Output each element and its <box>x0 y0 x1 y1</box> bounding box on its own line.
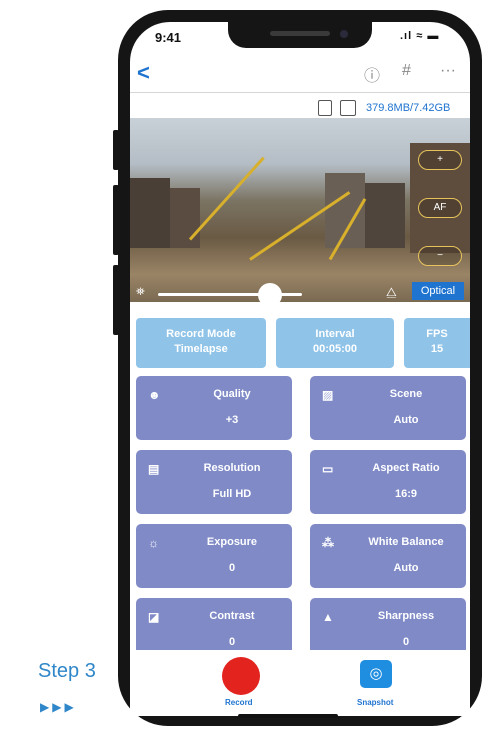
wifi-icon: ≈ <box>416 30 424 42</box>
quality-icon: ☻ <box>148 388 161 402</box>
tile-exposure[interactable]: ☼ Exposure 0 <box>136 524 292 588</box>
info-icon[interactable]: ⓘ <box>364 62 380 86</box>
status-time: 9:41 <box>155 30 182 45</box>
tile-label: Quality <box>213 388 251 400</box>
tile-label: Contrast <box>209 610 255 622</box>
phone-side-button <box>113 185 119 255</box>
tile-value: 15 <box>430 343 444 355</box>
zoom-slider-knob[interactable] <box>258 283 282 307</box>
resolution-icon: ▤ <box>148 462 160 476</box>
snapshot-label: Snapshot <box>357 698 394 707</box>
camera-icon: ◎ <box>369 665 383 682</box>
record-label: Record <box>225 698 253 707</box>
contrast-icon: ◪ <box>148 610 160 624</box>
tile-value: Auto <box>393 562 419 574</box>
tile-sharpness[interactable]: ▲ Sharpness 0 <box>310 598 466 650</box>
tile-label: Resolution <box>203 462 261 474</box>
tile-record-mode[interactable]: Record Mode Timelapse <box>136 318 266 368</box>
tile-value: Auto <box>393 414 419 426</box>
tile-label: Record Mode <box>166 328 236 340</box>
zoom-wide-icon: ⛯ <box>136 286 145 298</box>
nav-divider <box>130 92 470 93</box>
settings-grid: ☻ Quality +3 ▨ Scene Auto ▤ Resolution F… <box>130 374 470 650</box>
tile-value: 00:05:00 <box>312 343 358 355</box>
phone-side-button <box>113 130 119 170</box>
aspect-ratio-icon: ▭ <box>322 462 334 476</box>
memory-icon <box>340 100 356 116</box>
record-button[interactable] <box>222 657 260 695</box>
signal-icon: .ıl <box>400 30 413 42</box>
exposure-icon: ☼ <box>148 536 159 550</box>
tile-fps[interactable]: FPS 15 <box>404 318 470 368</box>
tile-interval[interactable]: Interval 00:05:00 <box>276 318 394 368</box>
tile-label: Exposure <box>206 536 258 548</box>
tile-value: 16:9 <box>394 488 418 500</box>
step-caption: Step 3 <box>38 660 96 682</box>
tile-label: Aspect Ratio <box>372 462 440 474</box>
autofocus-button[interactable]: AF <box>418 198 462 218</box>
arrows-icon: ▶▶▶ <box>40 700 77 714</box>
tile-label: Scene <box>389 388 423 400</box>
tile-label: Sharpness <box>377 610 435 622</box>
zoom-out-button[interactable]: − <box>418 246 462 266</box>
tile-value: 0 <box>228 636 236 648</box>
tile-value: 0 <box>402 636 410 648</box>
white-balance-icon: ⁂ <box>322 536 334 550</box>
phone-side-button <box>113 265 119 335</box>
tile-value: Full HD <box>212 488 252 500</box>
status-icons: .ıl ≈ ▬ <box>400 30 439 42</box>
tile-value: +3 <box>225 414 239 426</box>
more-icon[interactable]: ··· <box>440 62 456 80</box>
tile-value: Timelapse <box>174 343 228 355</box>
tile-white-balance[interactable]: ⁂ White Balance Auto <box>310 524 466 588</box>
tile-aspect-ratio[interactable]: ▭ Aspect Ratio 16:9 <box>310 450 466 514</box>
tile-scene[interactable]: ▨ Scene Auto <box>310 376 466 440</box>
tele-icon: ⧋ <box>386 285 397 299</box>
tile-contrast[interactable]: ◪ Contrast 0 <box>136 598 292 650</box>
zoom-in-button[interactable]: + <box>418 150 462 170</box>
sharpness-icon: ▲ <box>322 610 334 624</box>
tile-resolution[interactable]: ▤ Resolution Full HD <box>136 450 292 514</box>
battery-icon: ▬ <box>427 30 440 42</box>
tile-value: 0 <box>228 562 236 574</box>
bottom-bar <box>130 650 470 716</box>
snapshot-button[interactable]: ◎ <box>360 660 392 688</box>
scene-icon: ▨ <box>322 388 334 402</box>
sd-card-icon <box>318 100 332 116</box>
grid-icon[interactable]: # <box>402 62 411 80</box>
phone-notch <box>228 22 372 48</box>
storage-readout: 379.8MB/7.42GB <box>366 102 451 114</box>
back-button[interactable]: < <box>137 60 150 86</box>
home-indicator <box>238 714 338 718</box>
tile-quality[interactable]: ☻ Quality +3 <box>136 376 292 440</box>
tile-label: FPS <box>426 328 448 340</box>
tile-label: White Balance <box>368 536 444 548</box>
tile-label: Interval <box>315 328 355 340</box>
optical-zoom-badge[interactable]: Optical <box>412 282 464 300</box>
